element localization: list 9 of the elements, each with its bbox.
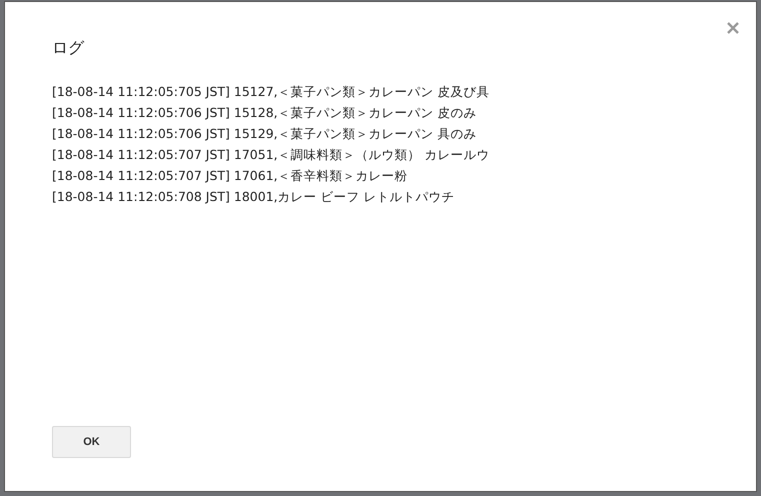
log-line: [18-08-14 11:12:05:706 JST] 15129,＜菓子パン類＞カレーパン 具のみ [52,125,478,143]
log-line: [18-08-14 11:12:05:706 JST] 15128,＜菓子パン類＞カレーパン 皮のみ [52,104,478,122]
log-line: [18-08-14 11:12:05:705 JST] 15127,＜菓子パン類＞カレーパン 皮及び具 [52,83,491,101]
log-line: [18-08-14 11:12:05:708 JST] 18001,カレー ビーフ レトルトパウチ [52,188,456,206]
dialog-title: ログ [52,39,84,59]
log-line: [18-08-14 11:12:05:707 JST] 17061,＜香辛料類＞カレー粉 [52,167,409,185]
ok-button[interactable]: OK [52,426,131,458]
log-line: [18-08-14 11:12:05:707 JST] 17051,＜調味料類＞（ルウ類） カレールウ [52,146,491,164]
close-icon[interactable] [727,22,739,34]
